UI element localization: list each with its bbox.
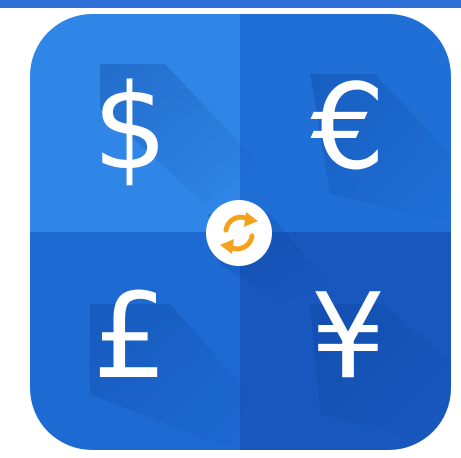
center-badge (206, 200, 272, 266)
currency-converter-app-icon[interactable]: $ € £ ¥ (30, 14, 451, 450)
app-icon-graphic: $ € £ ¥ (30, 14, 451, 450)
top-edge-bar (0, 0, 461, 8)
swap-button[interactable] (206, 200, 272, 266)
yen-symbol: ¥ (310, 267, 385, 405)
dollar-symbol: $ (92, 58, 167, 196)
pound-symbol: £ (92, 267, 167, 405)
euro-symbol: € (310, 58, 385, 196)
